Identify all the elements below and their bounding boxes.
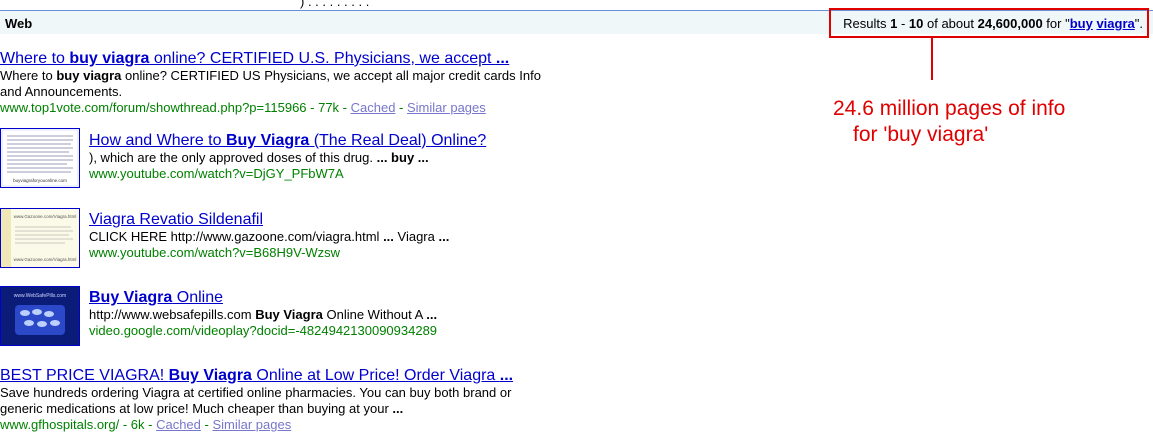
video-thumbnail-1[interactable]: buyviagraforyouonline.com (0, 128, 80, 188)
search-result-1: Where to buy viagra online? CERTIFIED U.… (0, 49, 550, 116)
svg-text:www.Gazoone.com/Viagra.html: www.Gazoone.com/Viagra.html (14, 214, 77, 219)
result-title-link[interactable]: BEST PRICE VIAGRA! Buy Viagra Online at … (0, 366, 520, 385)
video-thumbnail-2[interactable]: www.Gazoone.com/Viagra.html www.Gazoone.… (0, 208, 80, 268)
svg-text:buyviagraforyouonline.com: buyviagraforyouonline.com (13, 178, 67, 183)
similar-pages-link[interactable]: Similar pages (212, 417, 291, 432)
video-thumbnail-3[interactable]: www.WebSafePills.com (0, 286, 80, 346)
result-title-link[interactable]: How and Where to Buy Viagra (The Real De… (89, 131, 639, 150)
document-thumbnail-icon: www.Gazoone.com/Viagra.html www.Gazoone.… (1, 209, 77, 267)
similar-pages-link[interactable]: Similar pages (407, 100, 486, 115)
result-url: www.youtube.com/watch?v=B68H9V-Wzsw (89, 245, 341, 260)
search-result-2: How and Where to Buy Viagra (The Real De… (89, 131, 639, 182)
annotation-highlight-box (829, 8, 1149, 38)
pills-thumbnail-icon: www.WebSafePills.com (1, 287, 79, 345)
result-url: www.top1vote.com/forum/showthread.php?p=… (0, 100, 486, 115)
search-result-3: Viagra Revatio Sildenafil CLICK HERE htt… (89, 210, 639, 261)
result-url: video.google.com/videoplay?docid=-482494… (89, 323, 438, 338)
result-snippet: Save hundreds ordering Viagra at certifi… (0, 385, 512, 416)
result-url: www.youtube.com/watch?v=DjGY_PFbW7A (89, 166, 344, 181)
result-snippet: CLICK HERE http://www.gazoone.com/viagra… (89, 229, 450, 244)
annotation-callout: 24.6 million pages of info for 'buy viag… (833, 97, 1066, 146)
svg-text:www.Gazoone.com/Viagra.html: www.Gazoone.com/Viagra.html (14, 257, 77, 262)
annotation-pointer-line (931, 38, 933, 80)
cached-link[interactable]: Cached (351, 100, 396, 115)
search-result-5: BEST PRICE VIAGRA! Buy Viagra Online at … (0, 366, 520, 433)
svg-text:www.WebSafePills.com: www.WebSafePills.com (14, 293, 66, 299)
result-title-link[interactable]: Viagra Revatio Sildenafil (89, 210, 639, 229)
document-thumbnail-icon: buyviagraforyouonline.com (3, 131, 77, 185)
result-snippet: Where to buy viagra online? CERTIFIED US… (0, 68, 541, 99)
result-snippet: http://www.websafepills.com Buy Viagra O… (89, 307, 438, 322)
result-title-link[interactable]: Buy Viagra Online (89, 288, 639, 307)
section-label: Web (5, 16, 33, 31)
search-result-4: Buy Viagra Online http://www.websafepill… (89, 288, 639, 339)
result-snippet: ), which are the only approved doses of … (89, 150, 429, 165)
result-title-link[interactable]: Where to buy viagra online? CERTIFIED U.… (0, 49, 550, 68)
cached-link[interactable]: Cached (156, 417, 201, 432)
